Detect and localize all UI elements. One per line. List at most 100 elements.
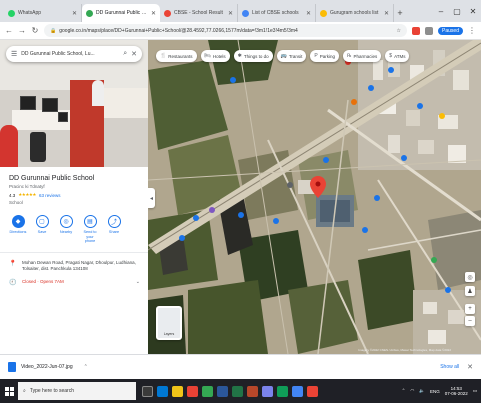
browser-menu-icon[interactable]: ⋮ [468,26,476,35]
clock[interactable]: 14:53 07-06-2022 [445,386,468,396]
task-view-icon[interactable] [142,385,153,397]
place-type[interactable]: School [9,200,140,205]
save-button[interactable]: ▢ Save [33,215,51,244]
forward-icon[interactable]: → [18,26,26,35]
chip-label: Pharmacies [353,53,378,59]
directions-label: Directions [9,230,27,234]
office-icon[interactable] [187,385,198,397]
browser-tab[interactable]: Gurugram schools list ✕ [316,4,394,22]
app-icon[interactable] [277,385,288,397]
share-button[interactable]: ⤴ Share [105,215,123,244]
zoom-in-icon[interactable]: + [465,304,475,314]
browser-tab[interactable]: CBSE - School Result ✕ [160,4,238,22]
rating-value: 4.3 [9,192,16,198]
collapse-panel-button[interactable]: ◂ [148,188,155,208]
chevron-up-icon[interactable]: ⌃ [402,388,406,394]
nearby-button[interactable]: ◎ Nearby [57,215,75,244]
volume-icon[interactable]: 🔈 [419,388,425,394]
excel-icon[interactable] [232,385,243,397]
clock-date: 07-06-2022 [444,391,468,396]
place-panel: ☰ ⌕ ✕ DD Gurunnai Public School Pracinc … [0,40,148,354]
chip-things-to-do[interactable]: ✱ Things to do [233,50,273,62]
back-icon[interactable]: ← [5,26,13,35]
zoom-out-icon[interactable]: – [465,316,475,326]
taskbar-search[interactable]: ⌕ Type here to search [18,382,136,400]
send-to-phone-button[interactable]: ▤ Send to your phone [81,215,99,244]
app-icon[interactable] [307,385,318,397]
wifi-icon[interactable]: ◠ [410,388,414,394]
app-icon[interactable] [292,385,303,397]
close-tab-icon[interactable]: ✕ [306,10,311,17]
place-details: DD Gurunnai Public School Pracinc ki Tdn… [0,167,148,286]
reload-icon[interactable]: ↻ [31,26,39,35]
close-tab-icon[interactable]: ✕ [384,10,389,17]
profile-button[interactable]: Paused [438,26,463,35]
action-buttons: ◆ Directions ▢ Save ◎ Nearby ▤ Send to your pho… [9,215,140,244]
layers-button[interactable]: Layers [156,306,182,340]
close-icon[interactable]: ✕ [131,50,137,58]
pegman-icon[interactable]: ♟ [465,286,475,296]
edge-icon[interactable] [157,385,168,397]
menu-icon[interactable]: ☰ [11,50,17,58]
search-icon[interactable]: ⌕ [123,50,127,58]
chevron-up-icon[interactable]: ⌃ [84,364,88,370]
directions-button[interactable]: ◆ Directions [9,215,27,244]
show-all-button[interactable]: Show all [440,364,459,370]
chip-parking[interactable]: P Parking [310,50,340,62]
file-explorer-icon[interactable] [172,385,183,397]
notifications-icon[interactable]: ▭ [473,388,477,394]
close-tab-icon[interactable]: ✕ [72,10,77,17]
bookmark-star-icon[interactable]: ☆ [397,28,401,34]
file-icon [8,362,16,372]
search-input[interactable] [21,51,120,57]
tab-list: WhatsApp ✕ DD Gurunnai Public Scho ✕ CBSE - … [4,4,394,22]
satellite-imagery [148,40,481,354]
satellite-map[interactable]: 🍴 Restaurants 🛏 Hotels ✱ Things to do 🚌 Transit… [148,40,481,354]
location-icon[interactable]: ◎ [465,272,475,282]
close-tab-icon[interactable]: ✕ [151,10,156,17]
hours-row[interactable]: 🕘 Closed · Opens 7AM ⌄ [9,279,140,286]
reviews-link[interactable]: 63 reviews [39,193,61,198]
chevron-down-icon[interactable]: ⌄ [136,279,140,285]
address-row[interactable]: 📍 Mohan Dewan Road, Pragati Nagar, Dhoul… [9,260,140,272]
url-field[interactable]: 🔒 google.co.in/maps/place/DD+Gurunnai+Pu… [44,24,408,37]
chip-atms[interactable]: $ ATMs [385,50,410,62]
lock-icon: 🔒 [50,27,57,34]
tab-title: CBSE - School Result [174,10,223,16]
close-icon[interactable]: ✕ [467,363,473,371]
download-file-name[interactable]: Video_2022-Jun-07.jpg [21,364,73,370]
rating-row: 4.3 ★★★★★ 63 reviews [9,192,140,198]
chip-label: Transit [288,53,303,59]
browser-tab[interactable]: List of CBSE schools ✕ [238,4,316,22]
browser-tab[interactable]: WhatsApp ✕ [4,4,82,22]
chrome-icon[interactable] [202,385,213,397]
chip-hotels[interactable]: 🛏 Hotels [200,50,230,62]
chip-label: Hotels [212,53,226,59]
chip-label: Parking [319,53,336,59]
browser-tab[interactable]: DD Gurunnai Public Scho ✕ [82,4,160,22]
close-window-icon[interactable]: ✕ [465,0,481,22]
share-icon: ⤴ [107,215,121,228]
windows-logo-icon [4,386,14,396]
teams-icon[interactable] [262,385,273,397]
word-icon[interactable] [217,385,228,397]
maximize-icon[interactable]: ▢ [449,0,465,22]
location-pin-icon: 📍 [9,260,17,267]
url-text[interactable]: google.co.in/maps/place/DD+Gurunnai+Publ… [59,28,393,34]
start-button[interactable] [0,379,18,403]
extension-icon[interactable] [412,26,421,35]
tab-title: DD Gurunnai Public Scho [96,10,148,16]
minimize-icon[interactable]: – [433,0,449,22]
chip-pharmacies[interactable]: ℞ Pharmacies [343,50,382,62]
language-indicator[interactable]: ENG [430,389,440,394]
close-tab-icon[interactable]: ✕ [228,10,233,17]
divider [0,251,148,253]
powerpoint-icon[interactable] [247,385,258,397]
chip-label: Things to do [243,53,269,59]
new-tab-button[interactable]: + [394,4,406,22]
photo-person [92,80,104,106]
extension-icon[interactable] [425,26,434,35]
chip-icon: ✱ [237,53,242,59]
chip-transit[interactable]: 🚌 Transit [276,50,307,62]
chip-restaurants[interactable]: 🍴 Restaurants [156,50,197,62]
